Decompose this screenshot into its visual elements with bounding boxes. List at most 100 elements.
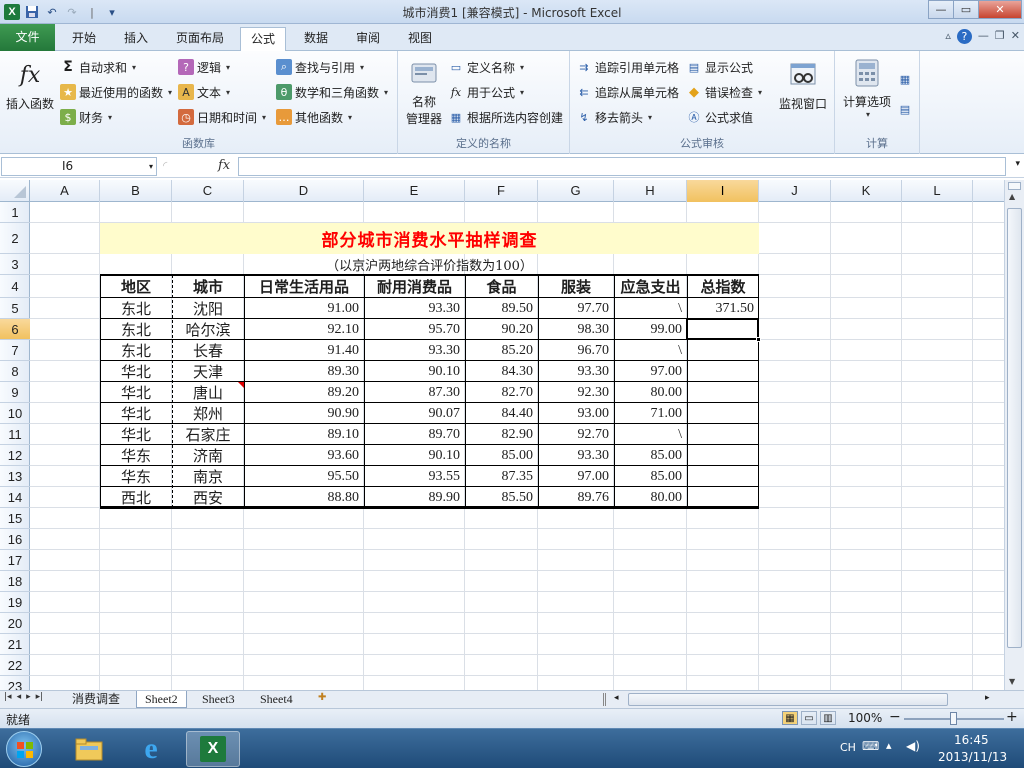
zoom-slider-thumb[interactable] [950,712,957,725]
formula-input[interactable] [238,157,1006,176]
horizontal-scroll-thumb[interactable] [628,693,948,706]
row-header-4[interactable]: 4 [0,275,30,298]
doc-restore-icon[interactable]: ❐ [995,29,1005,44]
table-cell-text[interactable]: 东北 [100,319,172,340]
table-cell-number[interactable]: 85.00 [465,445,538,466]
table-cell-number[interactable]: 95.50 [244,466,364,487]
remove-arrows-button[interactable]: ↯ 移去箭头 ▾ [576,107,652,127]
column-header-h[interactable]: H [614,180,687,202]
table-cell-number[interactable]: 91.40 [244,340,364,361]
trace-precedents-button[interactable]: ⇉ 追踪引用单元格 [576,57,679,77]
table-cell-number[interactable]: 82.70 [465,382,538,403]
table-cell-number[interactable]: 85.00 [614,466,687,487]
table-cell-text[interactable]: 唐山 [172,382,244,403]
table-header-cell[interactable]: 日常生活用品 [244,275,364,298]
table-cell-number[interactable]: 85.50 [465,487,538,508]
table-cell-number[interactable]: 371.50 [687,298,759,319]
table-cell-number[interactable]: 90.90 [244,403,364,424]
minimize-ribbon-icon[interactable]: ▵ [945,29,951,44]
table-cell-number[interactable]: 85.20 [465,340,538,361]
table-cell-number[interactable]: 93.30 [364,340,465,361]
table-cell-number[interactable]: \ [614,340,687,361]
table-cell-number[interactable] [687,424,759,445]
table-cell-number[interactable]: 92.30 [538,382,614,403]
volume-icon[interactable]: ◀) [906,739,920,753]
table-cell-number[interactable]: 90.10 [364,361,465,382]
prev-sheet-icon[interactable]: ◂ [17,692,22,702]
page-layout-view-icon[interactable]: ▭ [801,711,817,725]
table-cell-number[interactable]: 87.35 [465,466,538,487]
tab-insert[interactable]: 插入 [114,27,158,51]
table-cell-number[interactable]: 89.76 [538,487,614,508]
define-name-button[interactable]: ▭ 定义名称 ▾ [448,57,524,77]
column-header-l[interactable]: L [902,180,973,202]
row-header-5[interactable]: 5 [0,298,30,319]
comment-indicator-icon[interactable] [238,382,244,388]
table-cell-number[interactable]: 84.40 [465,403,538,424]
row-header-2[interactable]: 2 [0,223,30,254]
zoom-out-icon[interactable]: − [889,709,901,725]
table-cell-number[interactable]: 89.30 [244,361,364,382]
table-cell-number[interactable]: \ [614,298,687,319]
table-cell-number[interactable]: 90.07 [364,403,465,424]
table-cell-text[interactable]: 华北 [100,382,172,403]
table-cell-number[interactable]: 96.70 [538,340,614,361]
sheet-tab-consumption[interactable]: 消费调查 [64,691,128,708]
trace-dependents-button[interactable]: ⇇ 追踪从属单元格 [576,82,679,102]
column-header-g[interactable]: G [538,180,614,202]
table-cell-number[interactable]: 71.00 [614,403,687,424]
table-cell-number[interactable]: 93.00 [538,403,614,424]
row-header-23[interactable]: 23 [0,676,30,690]
math-button[interactable]: θ 数学和三角函数 ▾ [276,82,388,102]
row-header-18[interactable]: 18 [0,571,30,592]
create-from-selection-button[interactable]: ▦ 根据所选内容创建 [448,107,563,127]
row-header-10[interactable]: 10 [0,403,30,424]
insert-function-button[interactable]: fx 插入函数 [4,59,56,112]
lookup-button[interactable]: ⌕ 查找与引用 ▾ [276,57,364,77]
row-header-16[interactable]: 16 [0,529,30,550]
table-cell-text[interactable]: 东北 [100,340,172,361]
more-functions-button[interactable]: … 其他函数 ▾ [276,107,352,127]
scroll-up-icon[interactable]: ▲ [1009,192,1015,201]
language-indicator[interactable]: CH [840,741,856,754]
table-cell-number[interactable]: 97.00 [538,466,614,487]
name-box-dropdown-icon[interactable]: ▾ [149,158,153,175]
table-cell-number[interactable]: 93.30 [538,361,614,382]
table-cell-number[interactable]: 93.30 [538,445,614,466]
table-cell-number[interactable]: 93.30 [364,298,465,319]
table-header-cell[interactable]: 总指数 [687,275,759,298]
table-cell-number[interactable] [687,361,759,382]
tab-split-handle[interactable] [603,693,606,706]
doc-minimize-icon[interactable]: — [978,29,989,44]
first-sheet-icon[interactable]: |◂ [4,692,12,702]
row-header-12[interactable]: 12 [0,445,30,466]
row-header-8[interactable]: 8 [0,361,30,382]
table-cell-number[interactable]: 80.00 [614,382,687,403]
show-formulas-button[interactable]: ▤ 显示公式 [686,57,753,77]
name-box[interactable]: I6 ▾ [1,157,157,176]
tab-data[interactable]: 数据 [294,27,338,51]
table-cell-number[interactable]: 93.55 [364,466,465,487]
row-header-6[interactable]: 6 [0,319,30,340]
table-cell-text[interactable]: 郑州 [172,403,244,424]
zoom-in-icon[interactable]: + [1006,709,1018,725]
scroll-right-icon[interactable]: ▸ [985,693,990,703]
table-cell-number[interactable]: 92.10 [244,319,364,340]
table-cell-text[interactable]: 长春 [172,340,244,361]
calc-now-button[interactable]: ▦ [897,69,913,89]
split-box[interactable] [1008,182,1021,190]
tab-file[interactable]: 文件 [0,24,55,51]
table-cell-text[interactable]: 东北 [100,298,172,319]
table-cell-number[interactable]: 85.00 [614,445,687,466]
row-header-15[interactable]: 15 [0,508,30,529]
name-manager-button[interactable]: 名称 管理器 [402,57,446,127]
table-cell-number[interactable]: 99.00 [614,319,687,340]
table-cell-number[interactable]: 89.20 [244,382,364,403]
start-button[interactable] [6,731,42,767]
row-header-19[interactable]: 19 [0,592,30,613]
close-button[interactable]: ✕ [978,0,1022,19]
expand-formula-bar-icon[interactable]: ▾ [1015,159,1020,169]
table-cell-text[interactable]: 哈尔滨 [172,319,244,340]
taskbar-explorer[interactable] [62,731,116,767]
table-cell-text[interactable]: 华东 [100,466,172,487]
